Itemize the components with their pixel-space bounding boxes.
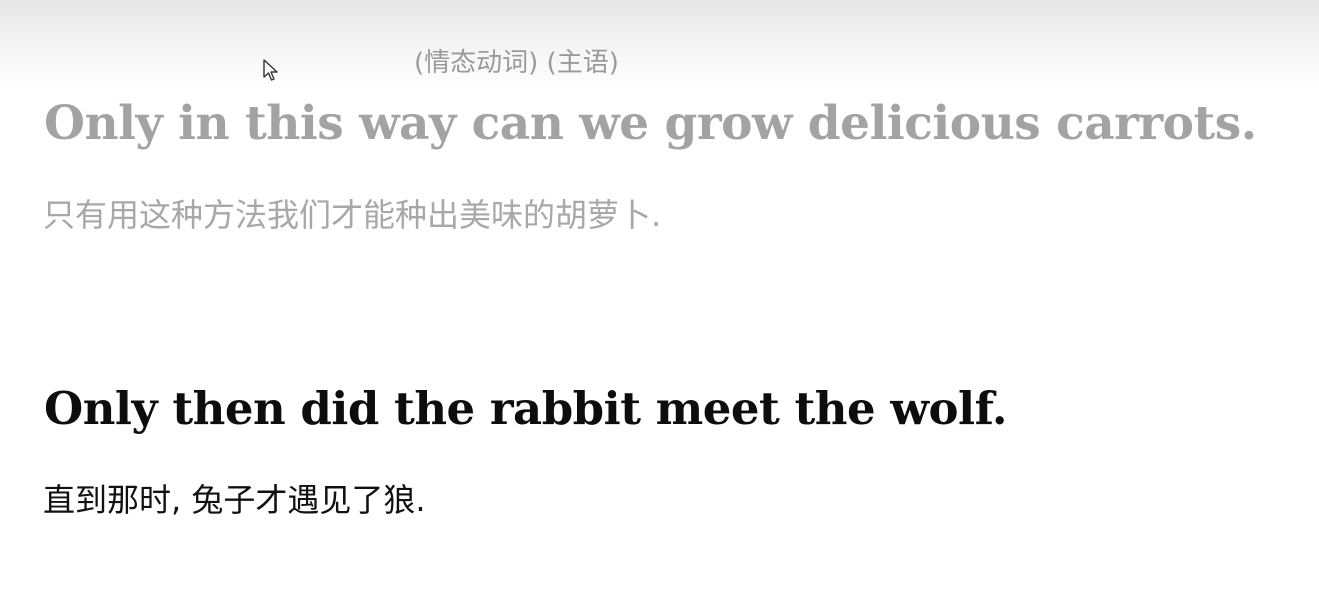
english-sentence: Only in this way can we grow delicious c…: [44, 96, 1257, 151]
chinese-translation: 只有用这种方法我们才能种出美味的胡萝卜.: [43, 196, 662, 234]
grammar-annotation: (情态动词) (主语): [414, 48, 619, 78]
mouse-pointer-icon: [263, 59, 278, 81]
chinese-translation: 直到那时, 兔子才遇见了狼.: [43, 481, 426, 519]
top-fade-overlay: [0, 0, 1319, 90]
english-sentence: Only then did the rabbit meet the wolf.: [44, 382, 1008, 435]
